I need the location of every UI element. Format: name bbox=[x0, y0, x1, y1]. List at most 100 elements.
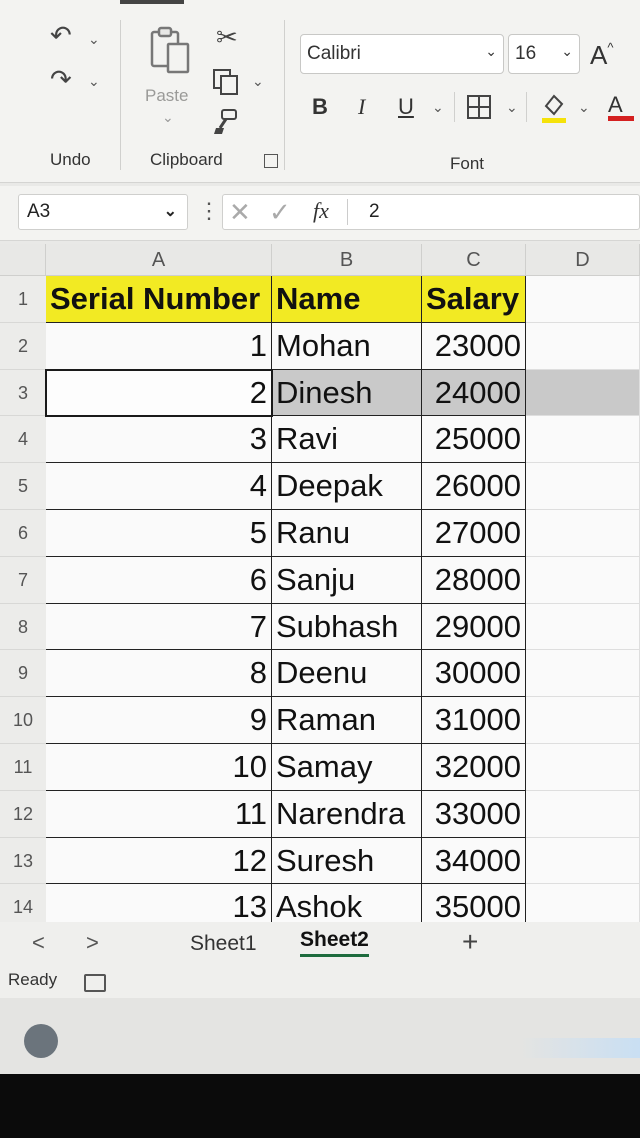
sheet-tab-sheet2[interactable]: Sheet2 bbox=[300, 928, 369, 957]
table-cell[interactable]: Deepak bbox=[272, 463, 422, 510]
table-cell[interactable]: Suresh bbox=[272, 837, 422, 885]
table-cell[interactable]: Ranu bbox=[272, 510, 422, 557]
font-color-button[interactable]: A bbox=[608, 92, 634, 121]
table-cell[interactable] bbox=[526, 837, 640, 885]
table-cell[interactable] bbox=[526, 510, 640, 557]
table-cell[interactable]: 34000 bbox=[422, 837, 526, 885]
table-cell[interactable]: Ashok bbox=[272, 884, 422, 922]
table-cell[interactable]: 12 bbox=[46, 837, 272, 885]
row-header[interactable]: 4 bbox=[0, 416, 46, 464]
table-cell[interactable] bbox=[526, 884, 640, 922]
row-header[interactable]: 3 bbox=[0, 369, 46, 417]
undo-icon[interactable]: ↶ bbox=[50, 22, 72, 48]
underline-button[interactable]: U bbox=[398, 94, 414, 120]
table-cell[interactable]: Subhash bbox=[272, 603, 422, 651]
header-cell[interactable]: Salary bbox=[422, 276, 526, 323]
fill-color-icon[interactable] bbox=[540, 92, 568, 124]
table-cell[interactable]: 32000 bbox=[422, 744, 526, 791]
add-sheet-button[interactable]: + bbox=[462, 926, 478, 958]
table-cell[interactable]: 10 bbox=[46, 744, 272, 791]
table-cell[interactable]: 28000 bbox=[422, 556, 526, 604]
italic-button[interactable]: I bbox=[358, 94, 365, 120]
redo-dropdown-icon[interactable]: ⌄ bbox=[88, 74, 100, 88]
bold-button[interactable]: B bbox=[312, 94, 328, 120]
select-all-corner[interactable] bbox=[0, 244, 46, 276]
table-cell[interactable]: 13 bbox=[46, 884, 272, 922]
row-header[interactable]: 12 bbox=[0, 790, 46, 838]
table-cell[interactable]: Dinesh bbox=[272, 369, 422, 417]
font-name-dropdown[interactable]: Calibri ⌄ bbox=[300, 34, 504, 74]
table-cell[interactable]: 7 bbox=[46, 603, 272, 651]
table-cell[interactable]: 27000 bbox=[422, 510, 526, 557]
table-cell[interactable]: 31000 bbox=[422, 697, 526, 744]
table-cell[interactable]: Narendra bbox=[272, 790, 422, 838]
table-cell[interactable] bbox=[526, 790, 640, 838]
row-header[interactable]: 14 bbox=[0, 884, 46, 922]
column-header[interactable]: C bbox=[422, 244, 526, 276]
app-icon[interactable] bbox=[24, 1024, 58, 1058]
table-cell[interactable] bbox=[526, 369, 640, 417]
row-header[interactable]: 7 bbox=[0, 556, 46, 604]
underline-dropdown-icon[interactable]: ⌄ bbox=[432, 100, 444, 114]
table-cell[interactable] bbox=[526, 603, 640, 651]
table-cell[interactable]: 1 bbox=[46, 322, 272, 370]
table-cell[interactable] bbox=[526, 697, 640, 744]
table-cell[interactable]: 24000 bbox=[422, 369, 526, 417]
table-cell[interactable]: 30000 bbox=[422, 650, 526, 698]
formula-input[interactable]: ✕ ✓ fx 2 bbox=[222, 194, 640, 230]
font-size-dropdown[interactable]: 16 ⌄ bbox=[508, 34, 580, 74]
table-cell[interactable]: 29000 bbox=[422, 603, 526, 651]
format-painter-icon[interactable] bbox=[212, 108, 240, 136]
table-cell[interactable]: 23000 bbox=[422, 322, 526, 370]
sheet-tab-sheet1[interactable]: Sheet1 bbox=[190, 932, 257, 956]
table-cell[interactable]: Samay bbox=[272, 744, 422, 791]
table-cell[interactable]: 35000 bbox=[422, 884, 526, 922]
fill-color-dropdown-icon[interactable]: ⌄ bbox=[578, 100, 590, 114]
cancel-icon[interactable]: ✕ bbox=[229, 197, 251, 228]
table-cell[interactable] bbox=[526, 650, 640, 698]
paste-icon[interactable] bbox=[148, 26, 192, 76]
table-cell[interactable]: 5 bbox=[46, 510, 272, 557]
table-cell[interactable]: 9 bbox=[46, 697, 272, 744]
prev-sheet-button[interactable]: < bbox=[32, 930, 45, 956]
table-cell[interactable] bbox=[526, 276, 640, 323]
row-header[interactable]: 1 bbox=[0, 276, 46, 323]
row-header[interactable]: 8 bbox=[0, 603, 46, 651]
row-header[interactable]: 5 bbox=[0, 463, 46, 510]
copy-icon[interactable] bbox=[212, 68, 240, 96]
table-cell[interactable]: 3 bbox=[46, 416, 272, 464]
table-cell[interactable]: 4 bbox=[46, 463, 272, 510]
table-cell[interactable]: 25000 bbox=[422, 416, 526, 464]
column-header[interactable]: D bbox=[526, 244, 640, 276]
borders-dropdown-icon[interactable]: ⌄ bbox=[506, 100, 518, 114]
table-cell[interactable]: 2 bbox=[46, 369, 272, 417]
copy-dropdown-icon[interactable]: ⌄ bbox=[252, 74, 264, 88]
column-header[interactable]: A bbox=[46, 244, 272, 276]
row-header[interactable]: 11 bbox=[0, 744, 46, 791]
table-cell[interactable] bbox=[526, 322, 640, 370]
table-cell[interactable]: 6 bbox=[46, 556, 272, 604]
dialog-launcher-icon[interactable] bbox=[264, 154, 278, 168]
row-header[interactable]: 13 bbox=[0, 837, 46, 885]
table-cell[interactable] bbox=[526, 744, 640, 791]
table-cell[interactable]: Mohan bbox=[272, 322, 422, 370]
table-cell[interactable]: Ravi bbox=[272, 416, 422, 464]
more-options-icon[interactable]: ⋮ bbox=[198, 198, 220, 224]
accessibility-icon[interactable] bbox=[84, 974, 106, 992]
table-cell[interactable]: Raman bbox=[272, 697, 422, 744]
table-cell[interactable] bbox=[526, 556, 640, 604]
row-header[interactable]: 2 bbox=[0, 322, 46, 370]
table-cell[interactable] bbox=[526, 416, 640, 464]
borders-icon[interactable] bbox=[466, 94, 492, 120]
grow-font-button[interactable]: A^ bbox=[590, 40, 613, 71]
name-box[interactable]: A3 ⌄ bbox=[18, 194, 188, 230]
insert-function-icon[interactable]: fx bbox=[313, 198, 329, 224]
table-cell[interactable]: 26000 bbox=[422, 463, 526, 510]
table-cell[interactable]: Sanju bbox=[272, 556, 422, 604]
column-header[interactable]: B bbox=[272, 244, 422, 276]
next-sheet-button[interactable]: > bbox=[86, 930, 99, 956]
row-header[interactable]: 6 bbox=[0, 510, 46, 557]
table-cell[interactable] bbox=[526, 463, 640, 510]
row-header[interactable]: 10 bbox=[0, 697, 46, 744]
undo-dropdown-icon[interactable]: ⌄ bbox=[88, 32, 100, 46]
